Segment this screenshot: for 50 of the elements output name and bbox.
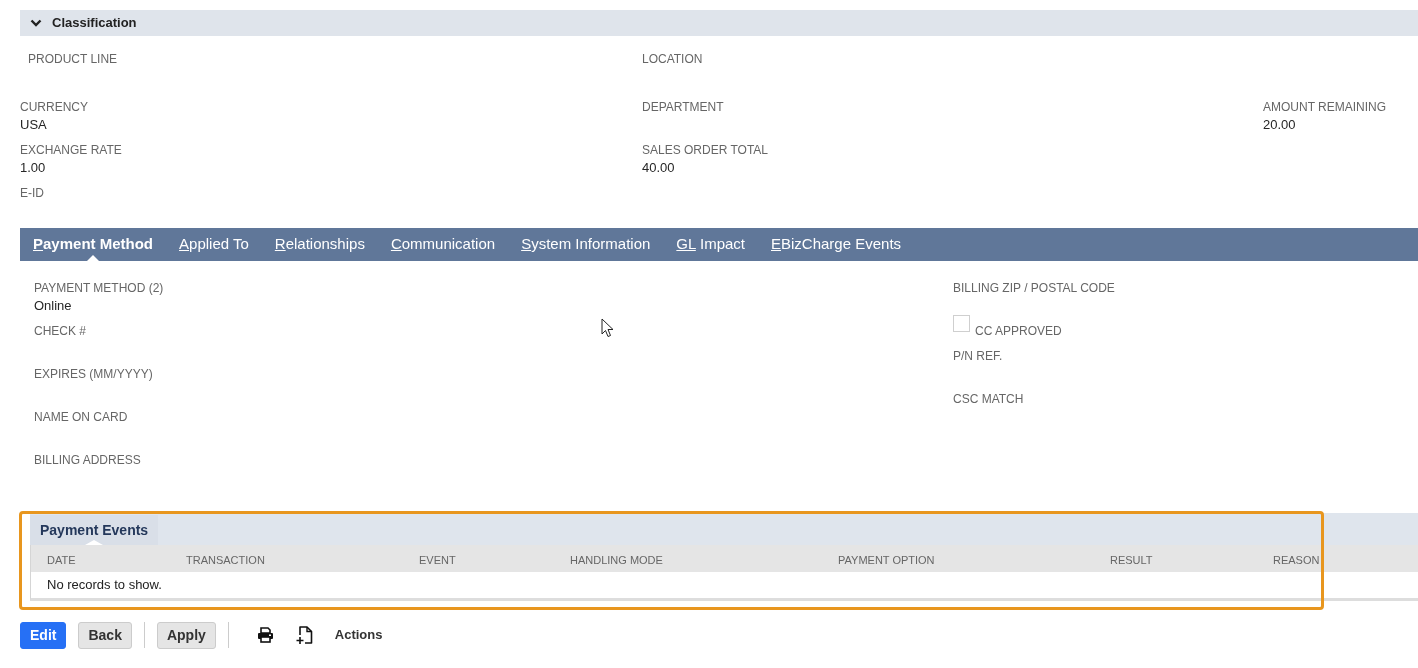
field-value: Online — [34, 297, 72, 315]
primary-button[interactable]: Edit — [20, 621, 67, 649]
tab[interactable]: Payment Method — [20, 228, 167, 261]
sublist-tab[interactable]: Payment Events — [30, 515, 159, 545]
field-label: CSC MATCH — [953, 391, 1024, 408]
checkbox[interactable] — [953, 315, 970, 332]
field-value: 1.00 — [20, 159, 46, 177]
field-label: LOCATION — [642, 51, 703, 68]
tab[interactable]: EBizCharge Events — [758, 228, 915, 261]
field-value: 20.00 — [1263, 116, 1296, 134]
column-header: HANDLING MODE — [570, 553, 663, 566]
field-label: DEPARTMENT — [642, 99, 724, 116]
field-label: EXPIRES (MM/YYYY) — [34, 366, 153, 383]
field-label: E-ID — [20, 185, 44, 202]
column-header: REASON — [1273, 553, 1320, 566]
tab[interactable]: GL Impact — [663, 228, 758, 261]
field-value: USA — [20, 116, 47, 134]
column-header: TRANSACTION — [186, 553, 265, 566]
checkbox-label: CC APPROVED — [975, 323, 1062, 340]
tab-pointer-icon — [87, 255, 99, 261]
mouse-cursor-icon — [601, 318, 614, 338]
column-header: EVENT — [419, 553, 456, 566]
field-label: EXCHANGE RATE — [20, 142, 122, 159]
field-value: 40.00 — [642, 159, 675, 177]
tab[interactable]: Applied To — [166, 228, 262, 261]
field-label: PRODUCT LINE — [28, 51, 118, 68]
empty-message: No records to show. — [47, 576, 162, 595]
column-header: PAYMENT OPTION — [838, 553, 935, 566]
tab[interactable]: System Information — [508, 228, 664, 261]
field-label: CHECK # — [34, 323, 86, 340]
section-title: Classification — [52, 14, 137, 33]
new-document-icon[interactable] — [295, 625, 313, 645]
field-label: NAME ON CARD — [34, 409, 128, 426]
actions-menu-button[interactable]: Actions — [334, 625, 383, 645]
toolbar-button[interactable]: Back — [78, 621, 132, 649]
toolbar-button[interactable]: Apply — [156, 621, 216, 649]
field-label: BILLING ADDRESS — [34, 452, 141, 469]
field-label: BILLING ZIP / POSTAL CODE — [953, 280, 1115, 297]
tab[interactable]: Communication — [377, 228, 509, 261]
field-label: P/N REF. — [953, 348, 1003, 365]
section-header-bar[interactable]: Classification — [20, 10, 1418, 36]
field-label: PAYMENT METHOD (2) — [34, 280, 164, 297]
field-label: CURRENCY — [20, 99, 88, 116]
field-label: SALES ORDER TOTAL — [642, 142, 769, 159]
chevron-down-icon[interactable] — [30, 19, 42, 27]
print-icon[interactable] — [256, 627, 274, 643]
column-header: DATE — [47, 553, 76, 566]
field-label: AMOUNT REMAINING — [1263, 99, 1387, 116]
column-header: RESULT — [1110, 553, 1153, 566]
tab[interactable]: Relationships — [261, 228, 378, 261]
